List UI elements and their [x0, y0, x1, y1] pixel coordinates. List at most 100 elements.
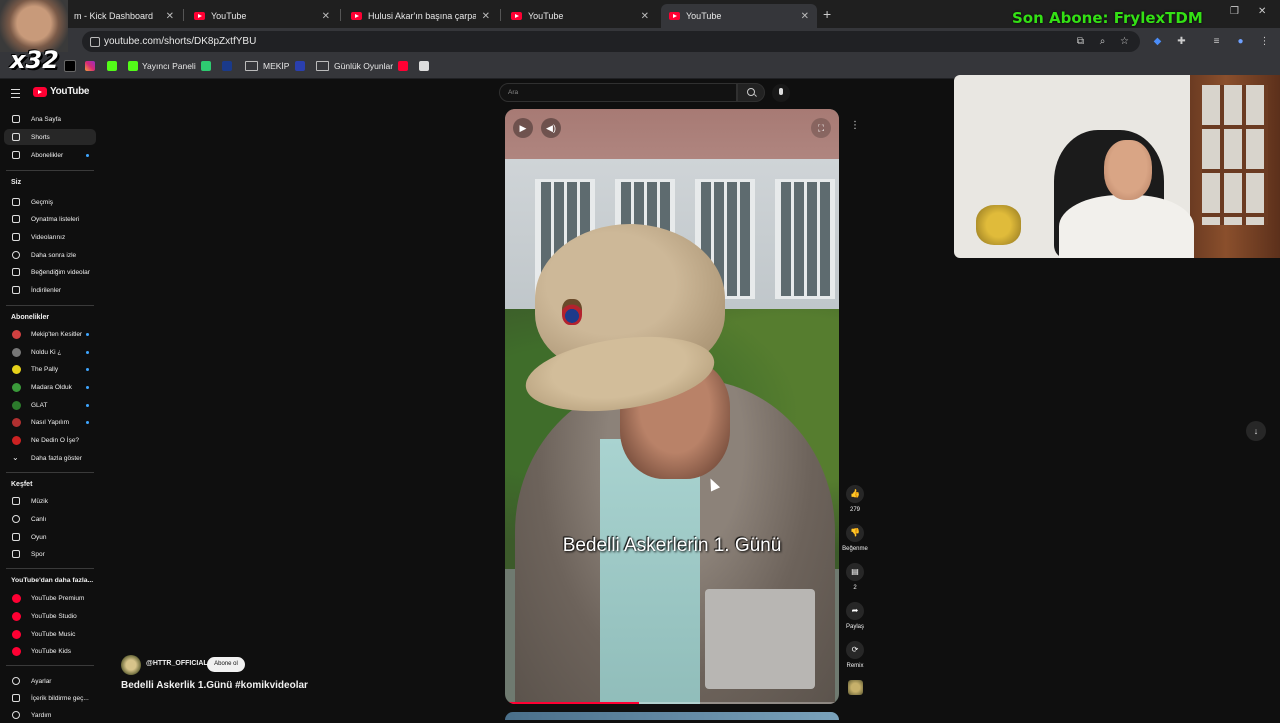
sidebar-sub-noldu-ki[interactable]: Noldu Ki ¿: [4, 344, 96, 360]
tab-youtube-1[interactable]: YouTube ✕: [186, 4, 338, 28]
dislike-button[interactable]: 👎: [846, 524, 864, 542]
bookmark-kick[interactable]: [107, 59, 121, 73]
avatar: [12, 400, 21, 410]
close-icon[interactable]: ✕: [801, 11, 809, 22]
menu-icon[interactable]: [11, 89, 20, 98]
channel-avatar[interactable]: [121, 655, 141, 675]
address-bar[interactable]: youtube.com/shorts/DK8pZxtfYBU: [82, 31, 1140, 52]
close-icon[interactable]: ✕: [166, 11, 174, 22]
sidebar-item-sports[interactable]: Spor: [4, 546, 96, 562]
tab-hulusi-akar[interactable]: Hulusi Akar'ın başına çarpan as ✕: [343, 4, 498, 28]
tab-youtube-active[interactable]: YouTube ✕: [661, 4, 817, 28]
new-tab-button[interactable]: +: [823, 6, 831, 22]
bookmark-blue-site[interactable]: [295, 59, 309, 73]
search-input[interactable]: Ara: [499, 83, 737, 102]
cast-icon[interactable]: ⧉: [1075, 36, 1086, 47]
volume-button[interactable]: ◀): [541, 118, 561, 138]
bookmark-arrow[interactable]: [222, 59, 236, 73]
bookmark-label: Yayıncı Paneli: [142, 61, 196, 71]
sidebar-show-more[interactable]: ⌄ Daha fazla göster: [4, 450, 96, 466]
more-options-button[interactable]: ⋮: [847, 118, 863, 134]
sidebar-item-downloads[interactable]: İndirilenler: [4, 282, 96, 298]
next-short-preview[interactable]: [505, 712, 839, 720]
youtube-logo[interactable]: YouTube: [33, 86, 90, 97]
sidebar-item-label: Spor: [31, 550, 45, 558]
sidebar-item-youtube-premium[interactable]: YouTube Premium: [4, 590, 96, 606]
sidebar-item-live[interactable]: Canlı: [4, 511, 96, 527]
remix-label: Remix: [846, 663, 864, 669]
bookmark-yayinci-paneli[interactable]: Yayıncı Paneli: [128, 59, 196, 73]
bookmark-gunluk-oyunlar[interactable]: Günlük Oyunlar: [316, 59, 393, 73]
sidebar-item-help[interactable]: Yardım: [4, 707, 96, 723]
bookmark-mekip[interactable]: MEKİP: [245, 59, 289, 73]
tab-youtube-2[interactable]: YouTube ✕: [503, 4, 657, 28]
subscribe-button[interactable]: Abone ol: [207, 657, 245, 672]
bookmark-x[interactable]: [64, 59, 80, 73]
close-icon[interactable]: ✕: [482, 11, 490, 22]
home-icon: [12, 115, 20, 123]
sidebar-item-report-history[interactable]: İçerik bildirme geç...: [4, 690, 96, 706]
gaming-icon: [12, 533, 20, 541]
short-video-player[interactable]: Bedelli Askerlerin 1. Günü ▶ ◀) ⛶: [505, 109, 839, 704]
sidebar-item-youtube-kids[interactable]: YouTube Kids: [4, 643, 96, 659]
share-button[interactable]: ➦: [846, 602, 864, 620]
bookmark-youtube[interactable]: [398, 59, 412, 73]
comments-button[interactable]: ▤: [846, 563, 864, 581]
close-icon[interactable]: ✕: [641, 11, 649, 22]
restore-window-button[interactable]: ❐: [1230, 6, 1239, 17]
reading-list-icon[interactable]: ≡: [1211, 36, 1222, 47]
close-icon[interactable]: ✕: [322, 11, 330, 22]
you-section-header[interactable]: Siz: [11, 179, 21, 186]
sidebar-item-subscriptions[interactable]: Abonelikler: [4, 147, 96, 163]
sidebar-item-shorts[interactable]: Shorts: [4, 129, 96, 145]
fullscreen-button[interactable]: ⛶: [811, 118, 831, 138]
sidebar-item-youtube-music[interactable]: YouTube Music: [4, 626, 96, 642]
site-info-icon[interactable]: [90, 37, 100, 47]
next-short-button[interactable]: ↓: [1246, 421, 1266, 441]
extension-icon[interactable]: ◆: [1152, 36, 1163, 47]
channel-name[interactable]: @HTTR_OFFICIAL: [146, 660, 208, 667]
sidebar-item-watch-later[interactable]: Daha sonra izle: [4, 247, 96, 263]
sound-channel-thumbnail[interactable]: [848, 680, 863, 695]
sidebar-sub-glat[interactable]: GLAT: [4, 397, 96, 413]
sidebar-item-history[interactable]: Geçmiş: [4, 194, 96, 210]
sidebar-item-label: Abonelikler: [31, 151, 64, 159]
bookmark-instagram[interactable]: [85, 59, 99, 73]
sidebar-item-music[interactable]: Müzik: [4, 493, 96, 509]
close-window-button[interactable]: ✕: [1258, 6, 1266, 17]
webcam-person-head: [1104, 140, 1152, 200]
sidebar-sub-ne-dedin-o-ise[interactable]: Ne Dedin O İşe?: [4, 432, 96, 448]
bookmark-green-app[interactable]: [201, 59, 215, 73]
video-window: [775, 179, 835, 299]
new-content-dot: [86, 333, 89, 336]
sidebar-item-gaming[interactable]: Oyun: [4, 529, 96, 545]
profile-avatar[interactable]: ●: [1235, 36, 1246, 47]
sidebar-sub-mekipten-kesitler[interactable]: Mekip'ten Kesitler: [4, 326, 96, 342]
sidebar-item-playlists[interactable]: Oynatma listeleri: [4, 211, 96, 227]
bookmark-game[interactable]: [419, 59, 433, 73]
sidebar-sub-nasil-yapilim[interactable]: Nasıl Yapılım: [4, 414, 96, 430]
music-icon: [12, 497, 20, 505]
search-button[interactable]: [737, 83, 765, 102]
sidebar-item-home[interactable]: Ana Sayfa: [4, 111, 96, 127]
video-jacket-pocket: [705, 589, 815, 689]
extensions-puzzle-icon[interactable]: ✚: [1176, 36, 1187, 47]
like-icon: [12, 268, 20, 276]
voice-search-button[interactable]: [772, 84, 790, 102]
remix-button[interactable]: ⟳: [846, 641, 864, 659]
zoom-icon[interactable]: ⌕: [1097, 36, 1108, 47]
sidebar-item-settings[interactable]: Ayarlar: [4, 673, 96, 689]
sidebar-sub-the-pally[interactable]: The Pally: [4, 361, 96, 377]
like-button[interactable]: 👍: [846, 485, 864, 503]
flag-icon: [12, 694, 20, 702]
bookmark-star-icon[interactable]: ☆: [1119, 36, 1130, 47]
chrome-menu-icon[interactable]: ⋮: [1259, 36, 1270, 47]
sidebar-sub-madara-olduk[interactable]: Madara Olduk: [4, 379, 96, 395]
sidebar-item-label: Oynatma listeleri: [31, 215, 80, 223]
sidebar-item-youtube-studio[interactable]: YouTube Studio: [4, 608, 96, 624]
sidebar-item-liked-videos[interactable]: Beğendiğim videolar: [4, 264, 96, 280]
sidebar-item-your-videos[interactable]: Videolarınız: [4, 229, 96, 245]
tab-kick-dashboard[interactable]: m - Kick Dashboard ✕: [66, 4, 182, 28]
play-button[interactable]: ▶: [513, 118, 533, 138]
short-title[interactable]: Bedelli Askerlik 1.Günü #komikvideolar: [121, 680, 308, 691]
